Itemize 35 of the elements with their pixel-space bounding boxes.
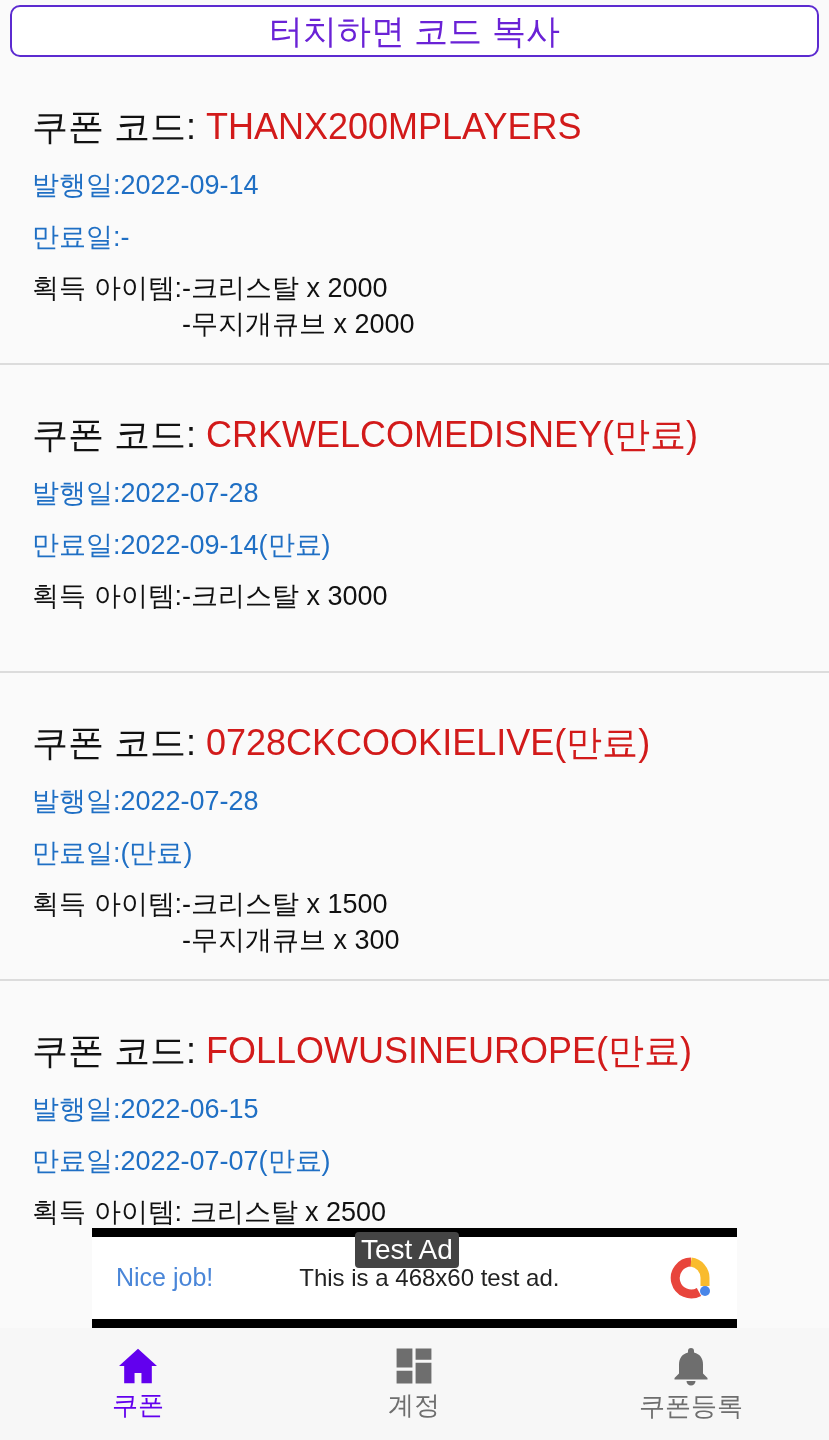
- reward-item: 크리스탈 x 2500: [188, 1196, 387, 1228]
- issue-date: 발행일:2022-07-28: [32, 785, 259, 818]
- nav-tab[interactable]: 쿠폰등록: [552, 1328, 829, 1440]
- items-label: 획득 아이템:: [32, 888, 182, 921]
- coupon-code[interactable]: 0728CKCOOKIELIVE(만료): [206, 721, 651, 765]
- dashboard-icon: [395, 1347, 434, 1385]
- test-ad-badge: Test Ad: [355, 1232, 459, 1268]
- reward-item: -크리스탈 x 3000: [182, 580, 388, 613]
- coupon-code-label: 쿠폰 코드:: [32, 105, 197, 149]
- reward-item: -크리스탈 x 2000: [182, 272, 389, 305]
- coupon-code[interactable]: THANX200MPLAYERS: [206, 105, 582, 149]
- expiry-date: 만료일:-: [32, 221, 130, 254]
- coupon-code[interactable]: FOLLOWUSINEUROPE(만료): [206, 1029, 693, 1073]
- expiry-date: 만료일:2022-07-07(만료): [32, 1145, 331, 1178]
- ad-headline: Nice job!: [116, 1262, 214, 1294]
- bell-icon: [672, 1346, 709, 1386]
- issue-date: 발행일:2022-09-14: [32, 169, 259, 202]
- items-label: 획득 아이템:: [32, 580, 182, 613]
- copy-code-button[interactable]: 터치하면 코드 복사: [10, 5, 819, 57]
- ad-logo-icon: [669, 1256, 713, 1300]
- issue-date: 발행일:2022-07-28: [32, 477, 259, 510]
- expiry-date: 만료일:(만료): [32, 837, 193, 870]
- expiry-date: 만료일:2022-09-14(만료): [32, 529, 331, 562]
- reward-item: -크리스탈 x 1500: [182, 888, 389, 921]
- reward-item: -무지개큐브 x 2000: [182, 308, 415, 341]
- reward-item: -무지개큐브 x 300: [182, 924, 400, 957]
- coupon-code-label: 쿠폰 코드:: [32, 1029, 197, 1073]
- items-label: 획득 아이템:: [32, 1196, 182, 1228]
- coupon-code-label: 쿠폰 코드:: [32, 721, 197, 765]
- nav-tab[interactable]: 계정: [276, 1328, 553, 1440]
- coupon-code[interactable]: CRKWELCOMEDISNEY(만료): [206, 413, 699, 457]
- coupon-code-label: 쿠폰 코드:: [32, 413, 197, 457]
- items-label: 획득 아이템:: [32, 272, 182, 305]
- nav-tab[interactable]: 쿠폰: [0, 1328, 277, 1440]
- issue-date: 발행일:2022-06-15: [32, 1093, 259, 1126]
